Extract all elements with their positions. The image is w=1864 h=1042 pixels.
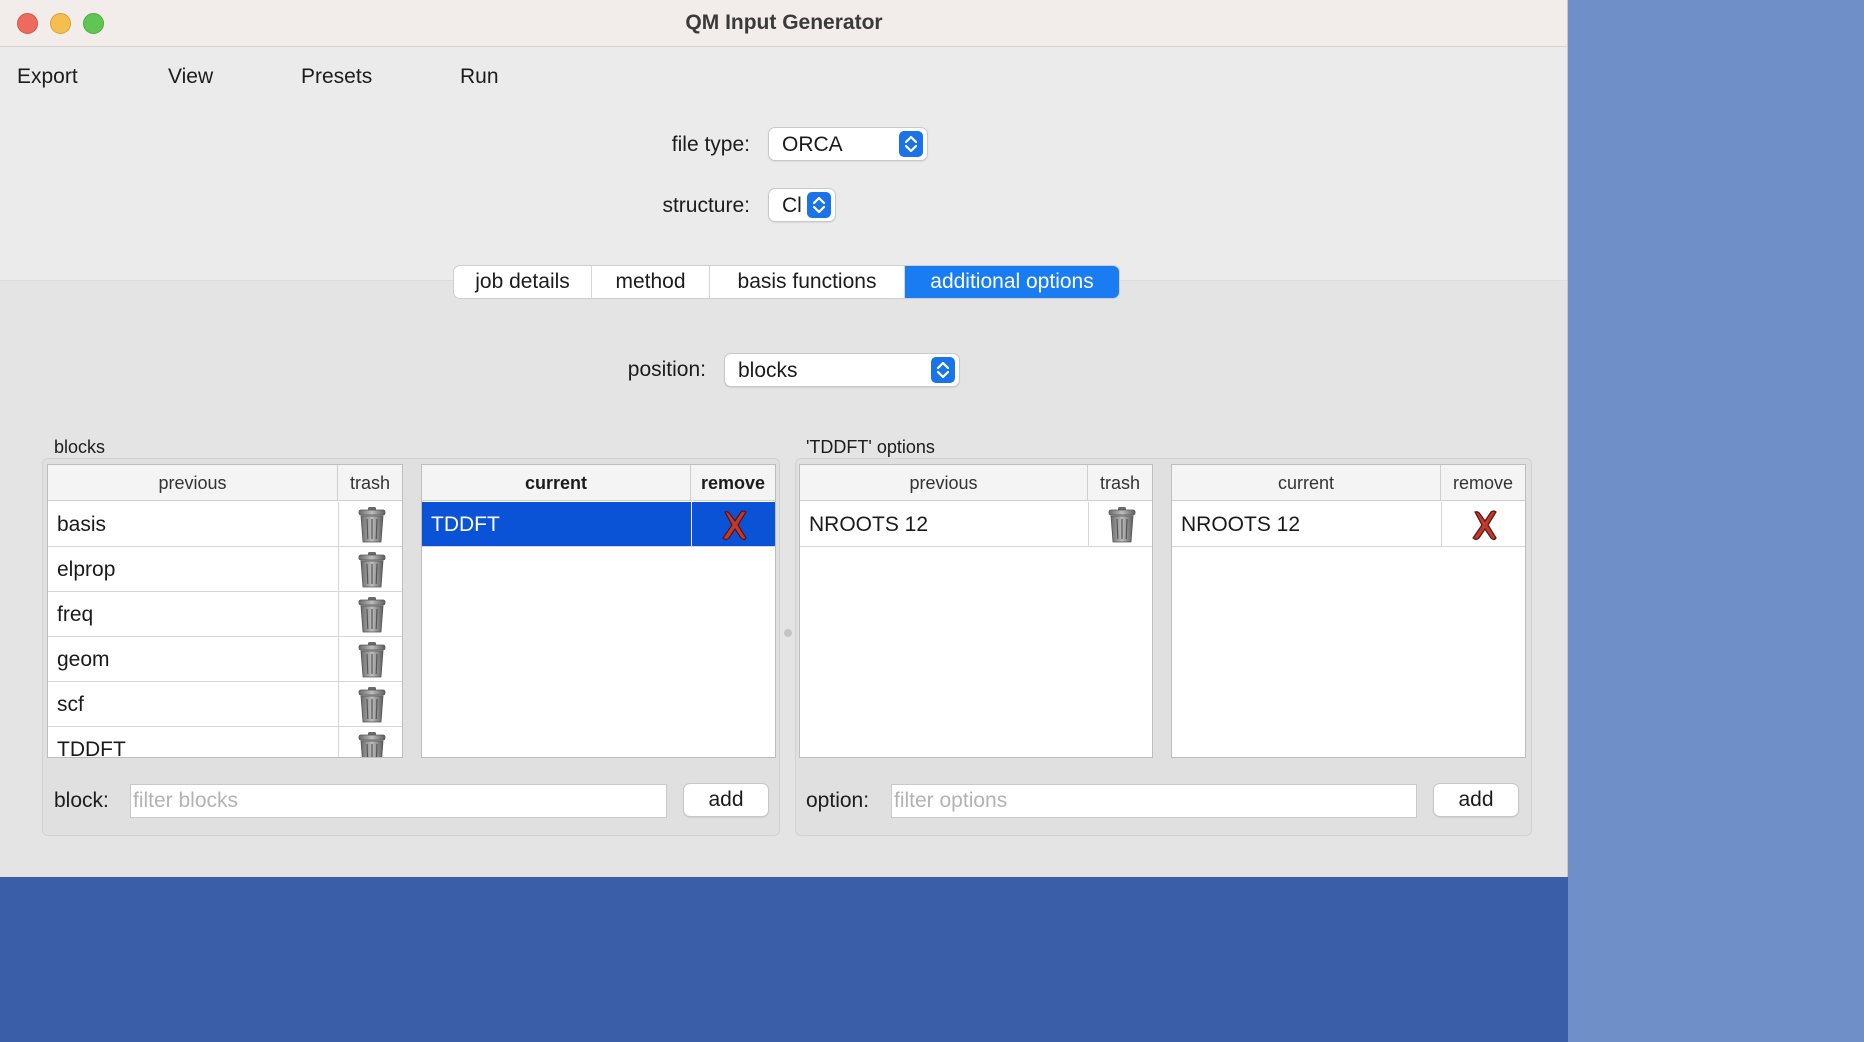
table-row-selected[interactable]: TDDFT xyxy=(422,502,775,547)
column-header-current[interactable]: current xyxy=(1172,465,1441,501)
position-value: blocks xyxy=(738,359,798,382)
menu-run[interactable]: Run xyxy=(460,65,499,89)
column-header-remove[interactable]: remove xyxy=(1441,465,1525,501)
trash-icon[interactable] xyxy=(338,682,402,727)
table-row[interactable]: NROOTS 12 xyxy=(1172,502,1525,547)
desktop-background xyxy=(1568,0,1864,1042)
previous-options-table: previous trash NROOTS 12 xyxy=(799,464,1153,758)
position-label: position: xyxy=(627,358,706,381)
trash-icon[interactable] xyxy=(338,547,402,592)
add-option-button[interactable]: add xyxy=(1433,783,1519,817)
menu-bar: Export View Presets Run xyxy=(0,47,1567,107)
structure-value: Cl xyxy=(782,194,802,217)
chevron-updown-icon xyxy=(931,357,955,383)
table-row[interactable]: geom xyxy=(48,637,402,682)
table-header: previous trash xyxy=(48,465,402,501)
column-header-current[interactable]: current xyxy=(422,465,691,501)
menu-presets[interactable]: Presets xyxy=(301,65,372,89)
table-header: current remove xyxy=(1172,465,1525,501)
trash-icon[interactable] xyxy=(1088,502,1152,547)
block-name: TDDFT xyxy=(57,738,126,758)
option-filter-input[interactable] xyxy=(891,784,1417,818)
tab-additional-options[interactable]: additional options xyxy=(905,266,1119,298)
chevron-updown-icon xyxy=(899,131,923,157)
title-bar: QM Input Generator xyxy=(0,0,1567,47)
block-name: geom xyxy=(57,648,110,671)
tab-method[interactable]: method xyxy=(592,266,710,298)
options-group-title: 'TDDFT' options xyxy=(806,437,935,457)
block-name: scf xyxy=(57,693,84,716)
table-row[interactable]: basis xyxy=(48,502,402,547)
red-x-icon[interactable] xyxy=(691,502,775,547)
structure-label: structure: xyxy=(662,194,750,217)
column-header-trash[interactable]: trash xyxy=(338,465,402,501)
trash-icon[interactable] xyxy=(338,637,402,682)
menu-export[interactable]: Export xyxy=(17,65,78,89)
red-x-icon[interactable] xyxy=(1441,502,1525,547)
menu-view[interactable]: View xyxy=(168,65,213,89)
file-type-value: ORCA xyxy=(782,133,843,156)
block-name: TDDFT xyxy=(431,513,500,536)
trash-icon[interactable] xyxy=(338,592,402,637)
app-window: QM Input Generator Export View Presets R… xyxy=(0,0,1568,877)
block-name: basis xyxy=(57,513,107,536)
structure-select[interactable]: Cl xyxy=(768,188,836,222)
tab-job-details[interactable]: job details xyxy=(454,266,592,298)
table-row[interactable]: freq xyxy=(48,592,402,637)
block-name: freq xyxy=(57,603,94,626)
block-name: elprop xyxy=(57,558,116,581)
panel-splitter-handle[interactable] xyxy=(784,629,792,637)
current-blocks-table: current remove TDDFT xyxy=(421,464,776,758)
block-filter-input[interactable] xyxy=(130,784,667,818)
option-filter-label: option: xyxy=(806,789,870,812)
table-row[interactable]: TDDFT xyxy=(48,727,402,758)
previous-blocks-table: previous trash basis elprop freq geom sc… xyxy=(47,464,403,758)
chevron-updown-icon xyxy=(807,192,831,218)
add-block-button[interactable]: add xyxy=(683,783,769,817)
column-header-previous[interactable]: previous xyxy=(48,465,338,501)
option-name: NROOTS 12 xyxy=(809,513,929,536)
table-row[interactable]: elprop xyxy=(48,547,402,592)
table-header: current remove xyxy=(422,465,775,501)
window-title: QM Input Generator xyxy=(685,11,883,34)
table-row[interactable]: scf xyxy=(48,682,402,727)
file-type-label: file type: xyxy=(671,133,750,156)
position-select[interactable]: blocks xyxy=(724,353,960,387)
option-name: NROOTS 12 xyxy=(1181,513,1301,536)
tab-basis-functions[interactable]: basis functions xyxy=(710,266,905,298)
column-header-previous[interactable]: previous xyxy=(800,465,1088,501)
trash-icon[interactable] xyxy=(338,727,402,757)
trash-icon[interactable] xyxy=(338,502,402,547)
tab-bar: job details method basis functions addit… xyxy=(453,265,1120,299)
current-options-table: current remove NROOTS 12 xyxy=(1171,464,1526,758)
column-header-trash[interactable]: trash xyxy=(1088,465,1152,501)
table-header: previous trash xyxy=(800,465,1152,501)
block-filter-label: block: xyxy=(54,789,109,812)
column-header-remove[interactable]: remove xyxy=(691,465,775,501)
file-type-select[interactable]: ORCA xyxy=(768,127,928,161)
blocks-group-title: blocks xyxy=(54,437,106,457)
table-row[interactable]: NROOTS 12 xyxy=(800,502,1152,547)
